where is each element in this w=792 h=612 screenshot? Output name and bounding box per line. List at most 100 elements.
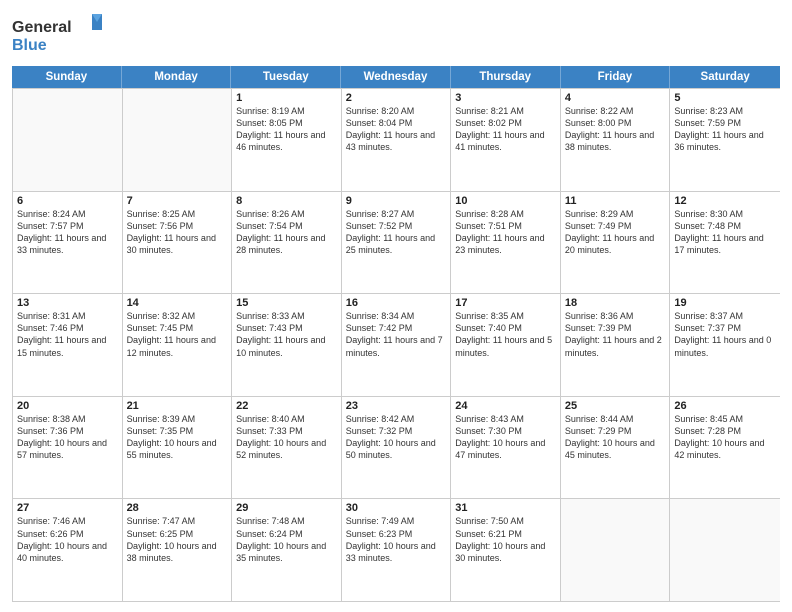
day-cell-31: 31Sunrise: 7:50 AM Sunset: 6:21 PM Dayli… [451,499,561,601]
day-cell-11: 11Sunrise: 8:29 AM Sunset: 7:49 PM Dayli… [561,192,671,294]
day-number: 30 [346,502,447,514]
day-info: Sunrise: 8:32 AM Sunset: 7:45 PM Dayligh… [127,310,228,359]
header-day-sunday: Sunday [12,66,122,88]
day-info: Sunrise: 8:45 AM Sunset: 7:28 PM Dayligh… [674,413,776,462]
day-info: Sunrise: 8:40 AM Sunset: 7:33 PM Dayligh… [236,413,337,462]
day-number: 12 [674,195,776,207]
svg-text:General: General [12,19,72,36]
day-info: Sunrise: 8:22 AM Sunset: 8:00 PM Dayligh… [565,105,666,154]
day-cell-3: 3Sunrise: 8:21 AM Sunset: 8:02 PM Daylig… [451,89,561,191]
day-info: Sunrise: 8:21 AM Sunset: 8:02 PM Dayligh… [455,105,556,154]
day-info: Sunrise: 8:29 AM Sunset: 7:49 PM Dayligh… [565,208,666,257]
day-number: 19 [674,297,776,309]
day-cell-22: 22Sunrise: 8:40 AM Sunset: 7:33 PM Dayli… [232,397,342,499]
day-cell-19: 19Sunrise: 8:37 AM Sunset: 7:37 PM Dayli… [670,294,780,396]
day-number: 20 [17,400,118,412]
day-info: Sunrise: 8:33 AM Sunset: 7:43 PM Dayligh… [236,310,337,359]
day-cell-23: 23Sunrise: 8:42 AM Sunset: 7:32 PM Dayli… [342,397,452,499]
calendar-row-5: 27Sunrise: 7:46 AM Sunset: 6:26 PM Dayli… [13,498,780,601]
day-info: Sunrise: 7:50 AM Sunset: 6:21 PM Dayligh… [455,515,556,564]
day-info: Sunrise: 7:48 AM Sunset: 6:24 PM Dayligh… [236,515,337,564]
day-number: 16 [346,297,447,309]
day-info: Sunrise: 8:35 AM Sunset: 7:40 PM Dayligh… [455,310,556,359]
day-cell-8: 8Sunrise: 8:26 AM Sunset: 7:54 PM Daylig… [232,192,342,294]
day-cell-18: 18Sunrise: 8:36 AM Sunset: 7:39 PM Dayli… [561,294,671,396]
calendar-row-3: 13Sunrise: 8:31 AM Sunset: 7:46 PM Dayli… [13,293,780,396]
day-cell-2: 2Sunrise: 8:20 AM Sunset: 8:04 PM Daylig… [342,89,452,191]
day-number: 4 [565,92,666,104]
day-cell-6: 6Sunrise: 8:24 AM Sunset: 7:57 PM Daylig… [13,192,123,294]
day-info: Sunrise: 8:36 AM Sunset: 7:39 PM Dayligh… [565,310,666,359]
day-number: 26 [674,400,776,412]
day-cell-28: 28Sunrise: 7:47 AM Sunset: 6:25 PM Dayli… [123,499,233,601]
day-number: 13 [17,297,118,309]
day-number: 11 [565,195,666,207]
day-cell-13: 13Sunrise: 8:31 AM Sunset: 7:46 PM Dayli… [13,294,123,396]
day-number: 1 [236,92,337,104]
day-info: Sunrise: 8:20 AM Sunset: 8:04 PM Dayligh… [346,105,447,154]
day-number: 21 [127,400,228,412]
day-info: Sunrise: 8:31 AM Sunset: 7:46 PM Dayligh… [17,310,118,359]
day-number: 10 [455,195,556,207]
day-info: Sunrise: 8:24 AM Sunset: 7:57 PM Dayligh… [17,208,118,257]
day-info: Sunrise: 8:25 AM Sunset: 7:56 PM Dayligh… [127,208,228,257]
day-number: 27 [17,502,118,514]
empty-cell-4-6 [670,499,780,601]
day-info: Sunrise: 8:23 AM Sunset: 7:59 PM Dayligh… [674,105,776,154]
day-cell-25: 25Sunrise: 8:44 AM Sunset: 7:29 PM Dayli… [561,397,671,499]
day-number: 7 [127,195,228,207]
header-day-monday: Monday [122,66,232,88]
day-cell-9: 9Sunrise: 8:27 AM Sunset: 7:52 PM Daylig… [342,192,452,294]
calendar: SundayMondayTuesdayWednesdayThursdayFrid… [12,66,780,602]
day-number: 2 [346,92,447,104]
day-number: 8 [236,195,337,207]
day-info: Sunrise: 8:38 AM Sunset: 7:36 PM Dayligh… [17,413,118,462]
header-day-thursday: Thursday [451,66,561,88]
day-number: 24 [455,400,556,412]
page-header: General Blue [12,10,780,58]
day-info: Sunrise: 8:42 AM Sunset: 7:32 PM Dayligh… [346,413,447,462]
day-number: 9 [346,195,447,207]
day-cell-26: 26Sunrise: 8:45 AM Sunset: 7:28 PM Dayli… [670,397,780,499]
day-info: Sunrise: 8:27 AM Sunset: 7:52 PM Dayligh… [346,208,447,257]
day-info: Sunrise: 8:44 AM Sunset: 7:29 PM Dayligh… [565,413,666,462]
empty-cell-0-0 [13,89,123,191]
day-number: 3 [455,92,556,104]
empty-cell-0-1 [123,89,233,191]
calendar-header: SundayMondayTuesdayWednesdayThursdayFrid… [12,66,780,88]
header-day-friday: Friday [561,66,671,88]
day-number: 15 [236,297,337,309]
empty-cell-4-5 [561,499,671,601]
day-number: 23 [346,400,447,412]
day-number: 31 [455,502,556,514]
day-info: Sunrise: 7:49 AM Sunset: 6:23 PM Dayligh… [346,515,447,564]
day-cell-1: 1Sunrise: 8:19 AM Sunset: 8:05 PM Daylig… [232,89,342,191]
logo: General Blue [12,10,102,58]
day-cell-21: 21Sunrise: 8:39 AM Sunset: 7:35 PM Dayli… [123,397,233,499]
day-info: Sunrise: 8:37 AM Sunset: 7:37 PM Dayligh… [674,310,776,359]
day-cell-14: 14Sunrise: 8:32 AM Sunset: 7:45 PM Dayli… [123,294,233,396]
day-number: 25 [565,400,666,412]
day-cell-5: 5Sunrise: 8:23 AM Sunset: 7:59 PM Daylig… [670,89,780,191]
day-number: 14 [127,297,228,309]
header-day-tuesday: Tuesday [231,66,341,88]
day-cell-15: 15Sunrise: 8:33 AM Sunset: 7:43 PM Dayli… [232,294,342,396]
day-number: 17 [455,297,556,309]
header-day-wednesday: Wednesday [341,66,451,88]
day-info: Sunrise: 8:34 AM Sunset: 7:42 PM Dayligh… [346,310,447,359]
day-info: Sunrise: 8:39 AM Sunset: 7:35 PM Dayligh… [127,413,228,462]
header-day-saturday: Saturday [670,66,780,88]
calendar-row-4: 20Sunrise: 8:38 AM Sunset: 7:36 PM Dayli… [13,396,780,499]
day-info: Sunrise: 8:26 AM Sunset: 7:54 PM Dayligh… [236,208,337,257]
day-number: 28 [127,502,228,514]
day-info: Sunrise: 8:19 AM Sunset: 8:05 PM Dayligh… [236,105,337,154]
day-cell-12: 12Sunrise: 8:30 AM Sunset: 7:48 PM Dayli… [670,192,780,294]
day-cell-17: 17Sunrise: 8:35 AM Sunset: 7:40 PM Dayli… [451,294,561,396]
day-info: Sunrise: 8:28 AM Sunset: 7:51 PM Dayligh… [455,208,556,257]
day-cell-24: 24Sunrise: 8:43 AM Sunset: 7:30 PM Dayli… [451,397,561,499]
day-cell-20: 20Sunrise: 8:38 AM Sunset: 7:36 PM Dayli… [13,397,123,499]
day-cell-27: 27Sunrise: 7:46 AM Sunset: 6:26 PM Dayli… [13,499,123,601]
calendar-body: 1Sunrise: 8:19 AM Sunset: 8:05 PM Daylig… [12,88,780,602]
day-cell-29: 29Sunrise: 7:48 AM Sunset: 6:24 PM Dayli… [232,499,342,601]
day-number: 6 [17,195,118,207]
